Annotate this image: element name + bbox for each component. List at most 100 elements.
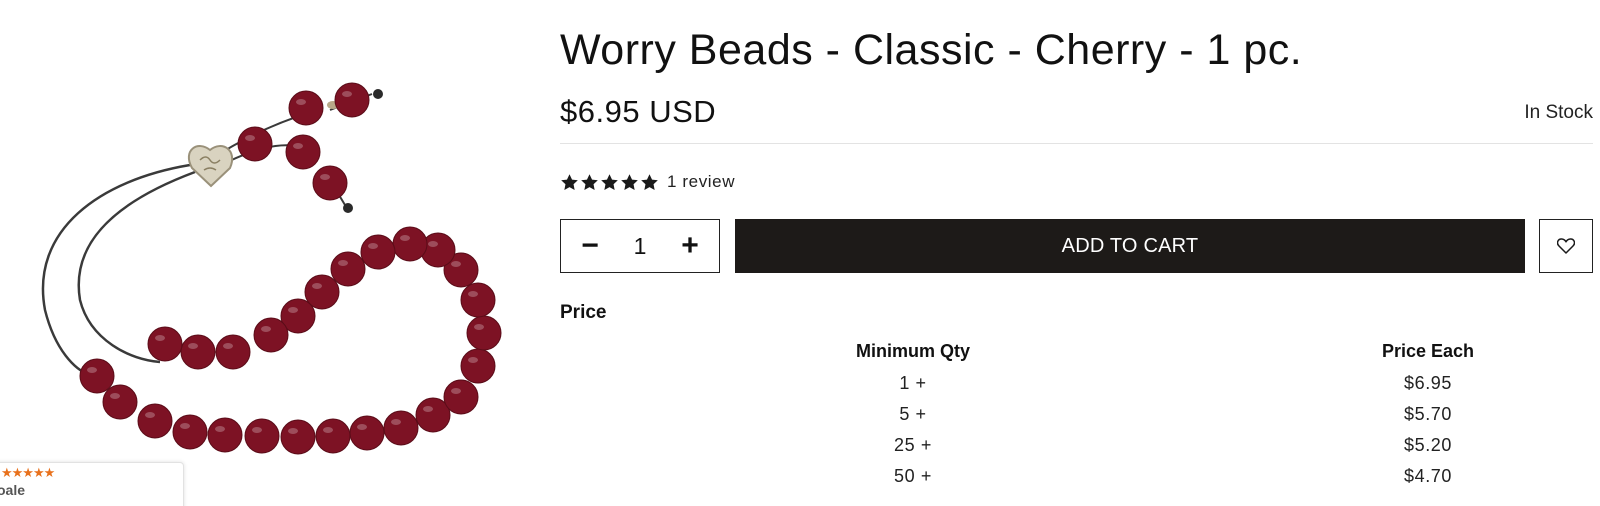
worry-beads-illustration xyxy=(41,82,502,455)
bead xyxy=(312,165,348,201)
bead xyxy=(460,282,496,318)
bead-highlight xyxy=(188,343,198,349)
bead-highlight xyxy=(296,99,306,105)
quantity-input[interactable]: 1 xyxy=(625,233,655,260)
bead xyxy=(460,348,496,384)
tier-min-qty: 50 + xyxy=(894,466,932,486)
bead-highlight xyxy=(423,406,433,412)
bead xyxy=(443,379,479,415)
bead xyxy=(102,384,138,420)
bead-highlight xyxy=(180,423,190,429)
heart-icon xyxy=(1557,238,1575,254)
bead xyxy=(330,251,366,287)
bead xyxy=(207,417,243,453)
add-to-cart-button[interactable]: ADD TO CART xyxy=(735,219,1525,273)
bead-highlight xyxy=(428,241,438,247)
tier-row: 1 + $6.95 xyxy=(560,368,1593,399)
bead xyxy=(172,414,208,450)
bead-highlight xyxy=(223,343,233,349)
review-count-link[interactable]: 1 review xyxy=(667,172,735,192)
rating[interactable]: 1 review xyxy=(560,172,735,192)
price-each-header: Price Each xyxy=(1381,341,1475,361)
bead xyxy=(237,126,273,162)
stock-status: In Stock xyxy=(1524,102,1593,123)
rating-stars xyxy=(560,173,659,192)
tier-table-header: Minimum Qty Price Each xyxy=(560,337,1593,368)
product-image[interactable] xyxy=(0,0,520,506)
tier-row: 50 + $4.70 xyxy=(560,461,1593,492)
tier-row: 25 + $5.20 xyxy=(560,430,1593,461)
google-stars: ★★★★★ xyxy=(1,465,55,480)
heart-charm xyxy=(187,145,233,188)
bead-highlight xyxy=(323,427,333,433)
bead-highlight xyxy=(320,174,330,180)
bead-highlight xyxy=(391,419,401,425)
product-price: $6.95 USD xyxy=(560,94,717,129)
bead xyxy=(349,415,385,451)
bead-highlight xyxy=(368,243,378,249)
bead-highlight xyxy=(400,235,410,241)
bead-highlight xyxy=(468,357,478,363)
bead xyxy=(280,419,316,455)
google-reviews-badge[interactable]: ★★★★★ oale xyxy=(0,462,184,506)
bead-highlight xyxy=(110,393,120,399)
tier-min-qty: 25 + xyxy=(894,435,932,455)
price-tier-table: Minimum Qty Price Each 1 + $6.95 5 + $5.… xyxy=(560,337,1593,492)
bead-highlight xyxy=(293,143,303,149)
quantity-increase-button[interactable]: + xyxy=(679,231,701,261)
tier-min-qty: 1 + xyxy=(899,373,927,393)
bead xyxy=(392,226,428,262)
product-details: Worry Beads - Classic - Cherry - 1 pc. $… xyxy=(560,0,1593,506)
bead-highlight xyxy=(245,135,255,141)
price-section-label: Price xyxy=(560,302,607,323)
tier-row: 5 + $5.70 xyxy=(560,399,1593,430)
bead-highlight xyxy=(338,260,348,266)
quantity-decrease-button[interactable]: − xyxy=(579,231,601,261)
bead-highlight xyxy=(215,426,225,432)
star-icon xyxy=(561,173,578,190)
bead xyxy=(383,410,419,446)
tier-price-each: $5.70 xyxy=(1403,404,1453,424)
price-row: $6.95 USD In Stock xyxy=(560,92,1593,144)
bead xyxy=(147,326,183,362)
bead xyxy=(244,418,280,454)
bead-highlight xyxy=(155,335,165,341)
product-title: Worry Beads - Classic - Cherry - 1 pc. xyxy=(560,26,1303,74)
bead-highlight xyxy=(357,424,367,430)
tier-price-each: $4.70 xyxy=(1403,466,1453,486)
tier-price-each: $5.20 xyxy=(1403,435,1453,455)
bead-highlight xyxy=(342,91,352,97)
quantity-stepper: − 1 + xyxy=(560,219,720,273)
tier-price-each: $6.95 xyxy=(1403,373,1453,393)
bead xyxy=(79,358,115,394)
bead-highlight xyxy=(145,412,155,418)
bead xyxy=(315,418,351,454)
bead-group xyxy=(79,82,502,455)
bead-highlight xyxy=(87,367,97,373)
bead xyxy=(215,334,251,370)
bead xyxy=(137,403,173,439)
bead-highlight xyxy=(261,326,271,332)
min-qty-header: Minimum Qty xyxy=(855,341,970,361)
star-icon xyxy=(601,173,618,190)
bead xyxy=(288,90,324,126)
wishlist-button[interactable] xyxy=(1539,219,1593,273)
bead-highlight xyxy=(312,283,322,289)
bead xyxy=(360,234,396,270)
bead-highlight xyxy=(451,388,461,394)
star-icon xyxy=(641,173,658,190)
bead xyxy=(466,315,502,351)
bead-highlight xyxy=(288,428,298,434)
google-label: oale xyxy=(0,482,26,498)
bead xyxy=(253,317,289,353)
bead-highlight xyxy=(451,261,461,267)
tier-min-qty: 5 + xyxy=(899,404,927,424)
bead-highlight xyxy=(474,324,484,330)
bead xyxy=(285,134,321,170)
bead-highlight xyxy=(252,427,262,433)
bead xyxy=(180,334,216,370)
bead xyxy=(334,82,370,118)
bead-highlight xyxy=(468,291,478,297)
star-icon xyxy=(621,173,638,190)
bead-highlight xyxy=(288,307,298,313)
